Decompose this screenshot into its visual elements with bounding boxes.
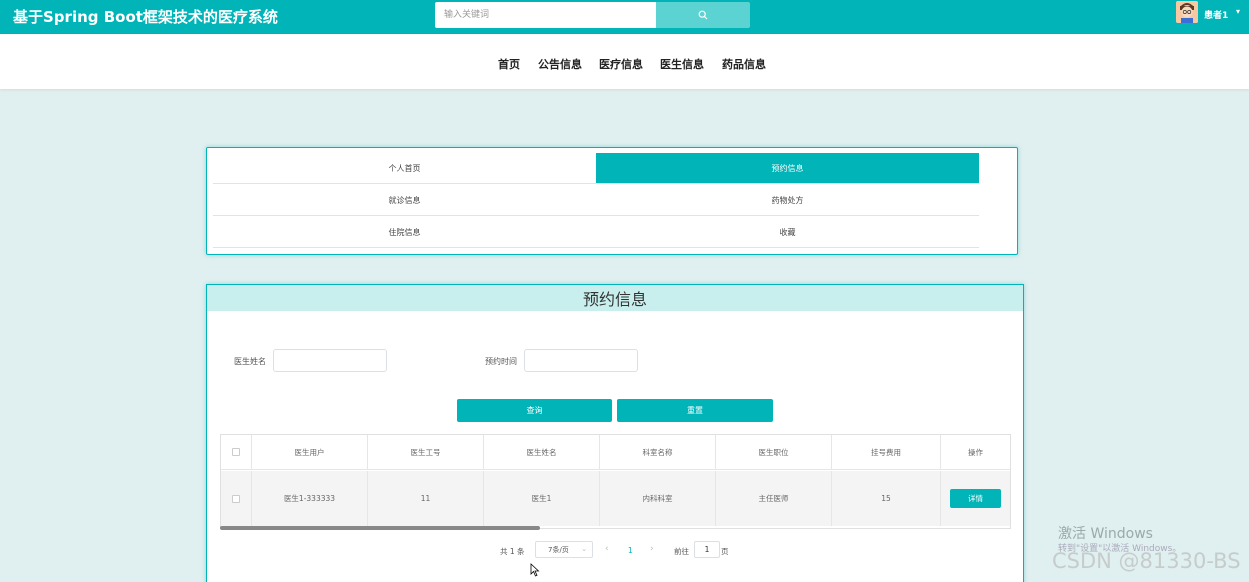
select-all-cell (221, 435, 252, 470)
column-header: 操作 (941, 435, 1010, 470)
user-name[interactable]: 患者1 (1204, 8, 1228, 21)
nav-item-home[interactable]: 首页 (498, 56, 520, 72)
page-suffix: 页 (721, 547, 729, 556)
menu-item-hospitalization[interactable]: 住院信息 (213, 217, 596, 248)
table-cell: 医生1-333333 (252, 471, 368, 526)
windows-activation-watermark: 激活 Windows (1058, 526, 1153, 542)
search-input[interactable]: 输入关键词 (435, 2, 656, 28)
table-cell: 11 (368, 471, 484, 526)
next-page-icon[interactable]: › (650, 544, 654, 554)
search-icon (698, 10, 708, 20)
avatar[interactable] (1176, 1, 1198, 23)
nav-item-doctors[interactable]: 医生信息 (660, 56, 704, 72)
nav-item-medical[interactable]: 医疗信息 (599, 56, 643, 72)
pagination-total: 共 1 条 (500, 547, 525, 556)
csdn-watermark: CSDN @81330-BS (1052, 549, 1241, 573)
goto-label: 前往 (674, 547, 689, 556)
menu-item-favorites[interactable]: 收藏 (596, 217, 979, 248)
column-header[interactable]: 科室名称 (600, 435, 716, 470)
table-cell: 15 (832, 471, 941, 526)
row-select-cell (221, 471, 252, 526)
chevron-down-icon[interactable]: ▾ (1236, 7, 1240, 16)
table-cell: 主任医师 (716, 471, 832, 526)
menu-item-appointments[interactable]: 预约信息 (596, 153, 979, 184)
menu-item-prescriptions[interactable]: 药物处方 (596, 185, 979, 216)
menu-item-visits[interactable]: 就诊信息 (213, 185, 596, 216)
page-size-select[interactable]: 7条/页 ⌄ (535, 541, 593, 558)
table-cell: 内科科室 (600, 471, 716, 526)
row-checkbox[interactable] (232, 494, 240, 503)
top-bar: 基于Spring Boot框架技术的医疗系统 输入关键词 患者1 ▾ (0, 0, 1249, 34)
page-size-value: 7条/页 (548, 545, 569, 554)
column-header[interactable]: 医生用户 (252, 435, 368, 470)
detail-button[interactable]: 详情 (950, 489, 1001, 508)
menu-item-personal-home[interactable]: 个人首页 (213, 153, 596, 184)
column-header[interactable]: 医生职位 (716, 435, 832, 470)
current-page[interactable]: 1 (628, 546, 633, 555)
column-header[interactable]: 医生姓名 (484, 435, 600, 470)
site-title: 基于Spring Boot框架技术的医疗系统 (13, 8, 278, 26)
select-all-checkbox[interactable] (232, 448, 240, 456)
column-header[interactable]: 挂号费用 (832, 435, 941, 470)
search-button[interactable] (656, 2, 750, 28)
nav-item-notices[interactable]: 公告信息 (538, 56, 582, 72)
query-button[interactable]: 查询 (457, 399, 612, 422)
appointment-panel: 预约信息 医生姓名 预约时间 查询 重置 医生用户 医生工号 医生姓名 科室名称… (206, 284, 1024, 582)
doctor-name-input[interactable] (273, 349, 387, 372)
horizontal-scrollbar[interactable] (220, 526, 540, 530)
chevron-down-icon: ⌄ (581, 545, 587, 553)
main-nav: 首页 公告信息 医疗信息 医生信息 药品信息 (0, 34, 1249, 89)
appointment-time-input[interactable] (524, 349, 638, 372)
goto-page-input[interactable]: 1 (694, 541, 720, 558)
appointment-table: 医生用户 医生工号 医生姓名 科室名称 医生职位 挂号费用 操作 医生1-333… (220, 434, 1011, 529)
prev-page-icon[interactable]: ‹ (605, 544, 609, 554)
action-cell: 详情 (941, 471, 1010, 526)
doctor-name-label: 医生姓名 (234, 357, 266, 366)
center-menu: 个人首页 预约信息 就诊信息 药物处方 住院信息 收藏 (206, 147, 1018, 255)
table-cell: 医生1 (484, 471, 600, 526)
mouse-cursor-icon (530, 563, 540, 577)
appointment-time-label: 预约时间 (485, 357, 517, 366)
reset-button[interactable]: 重置 (617, 399, 773, 422)
column-header[interactable]: 医生工号 (368, 435, 484, 470)
nav-item-medicines[interactable]: 药品信息 (722, 56, 766, 72)
panel-title: 预约信息 (207, 285, 1023, 311)
